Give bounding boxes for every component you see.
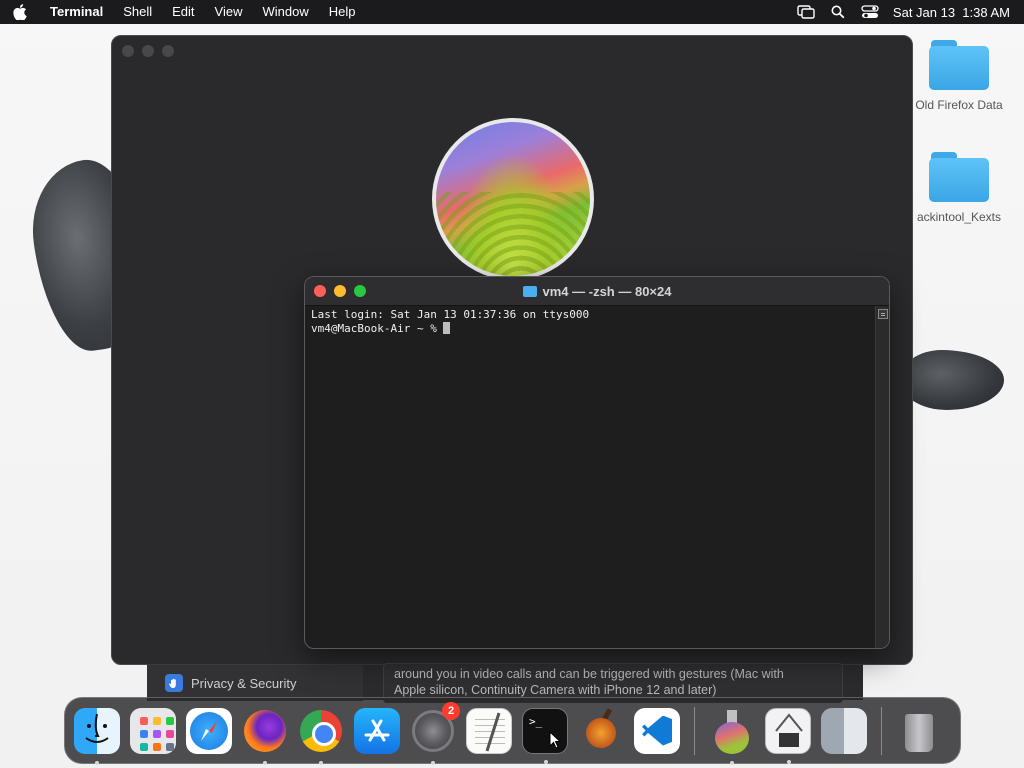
terminal-titlebar[interactable]: vm4 — -zsh — 80×24 <box>305 277 889 306</box>
spotlight-search-icon[interactable] <box>829 3 847 21</box>
dock-separator <box>881 706 882 755</box>
terminal-window[interactable]: vm4 — -zsh — 80×24 Last login: Sat Jan 1… <box>304 276 890 649</box>
dock-separator <box>694 706 695 755</box>
dock: 2 >_ <box>64 697 961 765</box>
dock-finder-icon[interactable] <box>74 707 120 765</box>
window-controls-inactive <box>122 45 174 57</box>
dock-chrome-icon[interactable] <box>298 708 344 765</box>
terminal-content[interactable]: Last login: Sat Jan 13 01:37:36 on ttys0… <box>305 306 877 648</box>
screen-mirroring-icon[interactable] <box>797 3 815 21</box>
terminal-line-last-login: Last login: Sat Jan 13 01:37:36 on ttys0… <box>311 308 590 321</box>
folder-icon <box>522 285 537 297</box>
dock-system-information-icon[interactable] <box>765 707 811 764</box>
running-indicator <box>95 760 99 765</box>
desktop-item-old-firefox-data[interactable]: Old Firefox Data <box>904 40 1014 112</box>
dock-install-macos-icon[interactable] <box>709 708 755 765</box>
dock-app-store-icon[interactable] <box>354 707 400 754</box>
dock-launchpad-icon[interactable] <box>130 707 176 754</box>
dock-downloads-stack-icon[interactable] <box>821 707 867 754</box>
menu-help[interactable]: Help <box>319 0 366 24</box>
folder-icon <box>929 40 989 90</box>
close-button[interactable] <box>122 45 134 57</box>
menu-window[interactable]: Window <box>253 0 319 24</box>
dock-system-settings-icon[interactable]: 2 <box>410 701 460 765</box>
running-indicator <box>431 760 435 765</box>
terminal-prompt-line[interactable]: vm4@MacBook-Air ~ % <box>311 322 871 336</box>
terminal-prompt: vm4@MacBook-Air ~ % <box>311 322 444 335</box>
dock-safari-icon[interactable] <box>186 707 232 754</box>
wallpaper-rock-right <box>900 350 1004 410</box>
minimize-button[interactable] <box>142 45 154 57</box>
settings-description-line: Apple silicon, Continuity Camera with iP… <box>394 683 717 697</box>
dock-terminal-icon[interactable]: >_ <box>522 707 568 764</box>
terminal-scrollbar[interactable] <box>875 306 889 648</box>
menu-shell[interactable]: Shell <box>113 0 162 24</box>
dock-garageband-icon[interactable] <box>578 707 624 754</box>
control-center-icon[interactable] <box>861 3 879 21</box>
running-indicator <box>263 760 267 765</box>
dock-textedit-icon[interactable] <box>466 707 512 754</box>
system-settings-window[interactable]: Privacy & Security around you in video c… <box>147 663 863 703</box>
folder-icon <box>929 152 989 202</box>
menu-extras: Sat Jan 13 1:38 AM <box>797 0 1010 24</box>
running-indicator <box>319 760 323 765</box>
menu-bar: Terminal Shell Edit View Window Help Sat… <box>0 0 1024 24</box>
desktop-item-kexts[interactable]: ackintool_Kexts <box>904 152 1014 224</box>
terminal-title-text: vm4 — -zsh — 80×24 <box>542 283 672 299</box>
running-indicator <box>787 759 791 764</box>
running-indicator <box>544 759 548 764</box>
zoom-button[interactable] <box>354 285 366 297</box>
notification-badge: 2 <box>442 701 460 720</box>
minimize-button[interactable] <box>334 285 346 297</box>
hand-icon <box>165 674 183 692</box>
zoom-button[interactable] <box>162 45 174 57</box>
menu-edit[interactable]: Edit <box>162 0 204 24</box>
text-cursor <box>443 322 451 334</box>
scroll-split-icon[interactable] <box>878 309 888 319</box>
desktop-item-label: Old Firefox Data <box>915 98 1003 112</box>
close-button[interactable] <box>314 285 326 297</box>
menu-app-terminal[interactable]: Terminal <box>40 0 113 24</box>
dock-vscode-icon[interactable] <box>634 707 680 754</box>
dock-trash-icon[interactable] <box>896 708 942 754</box>
running-indicator <box>730 760 734 765</box>
dock-firefox-icon[interactable] <box>242 708 288 765</box>
apple-icon[interactable] <box>0 4 40 20</box>
menu-clock[interactable]: Sat Jan 13 1:38 AM <box>893 5 1010 20</box>
sidebar-item-privacy-security[interactable]: Privacy & Security <box>147 665 363 701</box>
sidebar-item-label: Privacy & Security <box>191 675 297 691</box>
menu-view[interactable]: View <box>205 0 253 24</box>
window-controls <box>314 285 366 297</box>
settings-description-line: around you in video calls and can be tri… <box>394 667 784 681</box>
macos-sonoma-logo-icon <box>432 118 594 280</box>
desktop-item-label: ackintool_Kexts <box>916 210 1002 224</box>
terminal-title: vm4 — -zsh — 80×24 <box>522 283 672 299</box>
